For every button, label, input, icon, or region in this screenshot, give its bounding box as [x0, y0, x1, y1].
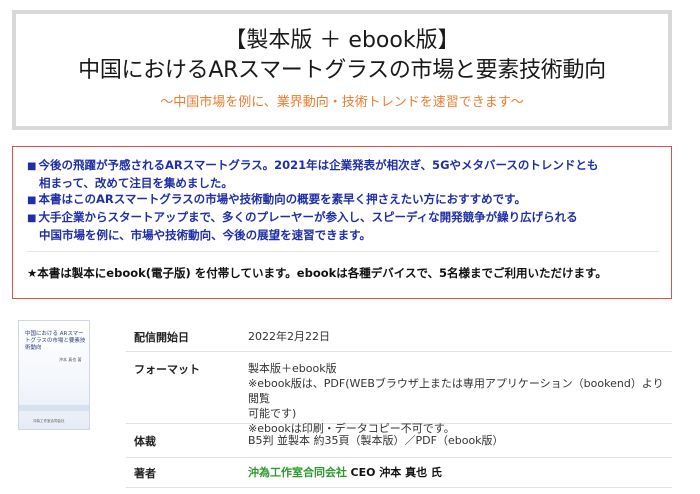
cover-title: 中国における ARスマートグラスの市場と要素技術動向 — [25, 331, 86, 351]
notice-bullet-2: ■ 本書はこのARスマートグラスの市場や技術動向の概要を素早く押さえたい方におすす… — [27, 192, 526, 206]
notice-divider — [27, 251, 659, 252]
spec-label: 体裁 — [134, 434, 156, 448]
notice-box: ■ 今後の飛躍が予感されるARスマートグラス。2021年は企業発表が相次ぎ、5Gや… — [12, 146, 672, 299]
author-company-link[interactable]: 沖為工作室合同会社 — [248, 466, 347, 479]
book-cover-image[interactable]: 中国における ARスマートグラスの市場と要素技術動向 沖本 真也 著 沖為工作室… — [18, 320, 90, 430]
notice-bullet-3: ■ 大手企業からスタートアップまで、多くのプレーヤーが参入し、スピーディな開発競争… — [27, 210, 578, 242]
title-box: 【製本版 ＋ ebook版】 中国におけるARスマートグラスの市場と要素技術動向… — [12, 10, 672, 130]
square-bullet-icon: ■ — [27, 213, 37, 224]
page-title-edition: 【製本版 ＋ ebook版】 — [224, 28, 460, 53]
spec-value: 製本版＋ebook版 ※ebook版は、PDF(WEBブラウザ上または専用アプリ… — [248, 362, 664, 435]
author-name: CEO 沖本 真也 氏 — [350, 466, 442, 479]
cover-publisher: 沖為工作室合同会社 — [33, 419, 65, 423]
spec-row-author: 著者 沖為工作室合同会社 CEO 沖本 真也 氏 — [126, 458, 672, 488]
ebook-note: ★本書は製本にebook(電子版) を付帯しています。ebookは各種デバイスで… — [27, 266, 607, 280]
spec-row-release: 配信開始日 2022年2月22日 — [126, 322, 672, 352]
page-title: 中国におけるARスマートグラスの市場と要素技術動向 — [78, 58, 606, 83]
spec-table: 配信開始日 2022年2月22日 フォーマット 製本版＋ebook版 ※eboo… — [126, 322, 672, 488]
spec-label: 配信開始日 — [134, 330, 189, 344]
notice-bullet-1: ■ 今後の飛躍が予感されるARスマートグラス。2021年は企業発表が相次ぎ、5Gや… — [27, 158, 599, 190]
spec-value: 沖為工作室合同会社 CEO 沖本 真也 氏 — [248, 465, 672, 480]
spec-row-format: フォーマット 製本版＋ebook版 ※ebook版は、PDF(WEBブラウザ上ま… — [126, 352, 672, 435]
spec-label: フォーマット — [134, 363, 200, 376]
square-bullet-icon: ■ — [27, 161, 37, 172]
spec-label: 著者 — [134, 466, 156, 480]
cover-stripe — [19, 405, 89, 411]
page-subtitle: ～中国市場を例に、業界動向・技術トレンドを速習できます～ — [160, 95, 524, 110]
spec-value: B5判 並製本 約35頁（製本版）／PDF（ebook版） — [248, 434, 504, 447]
spec-value: 2022年2月22日 — [248, 330, 330, 343]
cover-author: 沖本 真也 著 — [59, 357, 82, 362]
square-bullet-icon: ■ — [27, 195, 37, 206]
